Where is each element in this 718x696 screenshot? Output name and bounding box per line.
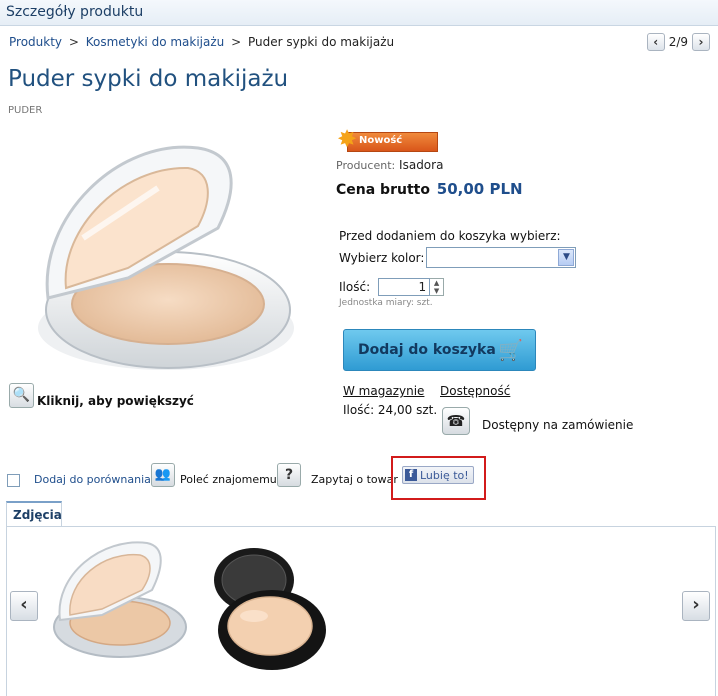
- breadcrumb-item-products[interactable]: Produkty: [9, 35, 62, 49]
- compare-link[interactable]: Dodaj do porównania: [34, 473, 151, 486]
- zoom-label: Kliknij, aby powiększyć: [37, 394, 194, 408]
- warehouse-label[interactable]: W magazynie: [343, 384, 424, 398]
- gallery-thumbnail[interactable]: [42, 535, 187, 660]
- add-to-cart-button[interactable]: Dodaj do koszyka 🛒: [343, 329, 536, 371]
- like-highlight: f Lubię to!: [391, 456, 486, 500]
- facebook-like-button[interactable]: f Lubię to!: [402, 466, 474, 484]
- recommend-link[interactable]: Poleć znajomemu: [180, 473, 277, 486]
- facebook-like-label: Lubię to!: [420, 468, 469, 482]
- product-title: Puder sypki do makijażu: [8, 66, 289, 92]
- warehouse-quantity: Ilość: 24,00 szt.: [343, 403, 438, 417]
- gallery-next-button[interactable]: ›: [682, 591, 710, 621]
- phone-icon: ☎: [442, 407, 470, 435]
- recommend-icon[interactable]: 👥: [151, 463, 175, 487]
- quantity-label: Ilość:: [339, 280, 371, 294]
- quantity-row: Ilość: 1 ▲ ▼: [339, 278, 445, 296]
- gallery-prev-button[interactable]: ‹: [10, 591, 38, 621]
- product-main-image[interactable]: [8, 128, 308, 380]
- ask-link[interactable]: Zapytaj o towar: [311, 473, 398, 486]
- price-row: Cena brutto 50,00 PLN: [336, 180, 523, 198]
- pager-position: 2/9: [668, 35, 688, 49]
- badge-label: Nowość: [359, 135, 403, 146]
- product-category: PUDER: [8, 105, 43, 116]
- product-actions: Dodaj do porównania 👥 Poleć znajomemu ? …: [7, 456, 717, 500]
- quantity-input[interactable]: 1: [378, 278, 431, 296]
- chevron-down-icon[interactable]: ▼: [558, 249, 575, 266]
- color-label: Wybierz kolor:: [339, 250, 425, 265]
- gallery-thumbnail[interactable]: [196, 532, 332, 680]
- color-row: Wybierz kolor: ▼: [339, 247, 577, 268]
- unit-text: Jednostka miary: szt.: [339, 298, 433, 308]
- question-icon[interactable]: ?: [277, 463, 301, 487]
- zoom-link[interactable]: 🔍 Kliknij, aby powiększyć: [9, 382, 194, 408]
- options-intro: Przed dodaniem do koszyka wybierz:: [339, 229, 561, 243]
- add-to-cart-label: Dodaj do koszyka: [358, 342, 496, 358]
- breadcrumb-separator: >: [68, 35, 79, 49]
- quantity-stepper[interactable]: ▲ ▼: [430, 278, 445, 296]
- facebook-icon: f: [405, 469, 417, 481]
- magnifier-icon: 🔍: [9, 382, 34, 408]
- tab-photos-label: Zdjęcia: [13, 508, 62, 522]
- producer-label: Producent:: [336, 159, 396, 172]
- page-header-title: Szczegóły produktu: [6, 4, 144, 20]
- next-product-button[interactable]: ›: [692, 33, 710, 51]
- breadcrumb-separator: >: [231, 35, 242, 49]
- producer-value: Isadora: [399, 158, 444, 172]
- prev-product-button[interactable]: ‹: [646, 33, 665, 51]
- availability-text: Dostępny na zamówienie: [482, 418, 634, 432]
- page-header: Szczegóły produktu: [0, 0, 718, 26]
- cart-icon: 🛒: [498, 338, 523, 362]
- availability-label[interactable]: Dostępność: [440, 384, 510, 398]
- new-badge: ✸ Nowość: [337, 125, 438, 153]
- breadcrumb: Produkty > Kosmetyki do makijażu > Puder…: [9, 35, 394, 49]
- color-select[interactable]: ▼: [426, 247, 577, 268]
- producer-row: Producent: Isadora: [336, 158, 443, 172]
- price-label: Cena brutto: [336, 182, 430, 198]
- breadcrumb-item-current: Puder sypki do makijażu: [248, 35, 395, 49]
- tab-photos[interactable]: Zdjęcia: [6, 501, 62, 527]
- product-pager: ‹ 2/9 ›: [646, 33, 710, 51]
- star-icon: ✸: [337, 125, 358, 153]
- compare-checkbox[interactable]: [7, 474, 20, 487]
- breadcrumb-item-makeup[interactable]: Kosmetyki do makijażu: [86, 35, 225, 49]
- price-value: 50,00 PLN: [436, 180, 523, 198]
